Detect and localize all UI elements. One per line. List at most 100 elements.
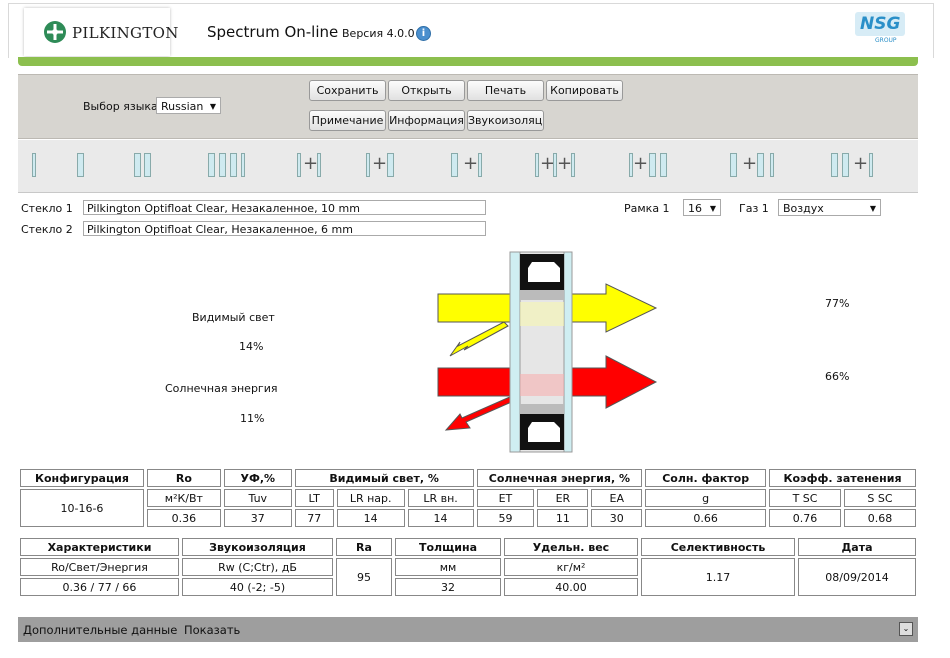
config-double-glazing-double-laminated-icon[interactable]: +: [629, 153, 677, 179]
frame-select-value: 16: [688, 202, 702, 215]
glass2-label: Стекло 2: [21, 223, 73, 236]
date-value: 08/09/2014: [798, 558, 916, 596]
unit-cell: T SC: [769, 489, 841, 507]
frame-label: Рамка 1: [624, 202, 670, 215]
value-cell: 59: [476, 509, 535, 527]
col-header-visible-light: Видимый свет, %: [294, 469, 474, 487]
solar-energy-transmitted: 66%: [825, 370, 850, 383]
nsg-group-text: GROUP: [875, 37, 897, 44]
glass1-field[interactable]: Pilkington Optifloat Clear, Незакаленное…: [83, 200, 486, 215]
col-header-selectivity: Селективность: [641, 538, 795, 556]
col-header-ra: Ra: [336, 538, 392, 556]
app-title: Spectrum On-line: [207, 23, 339, 41]
language-select[interactable]: Russian ▼: [156, 97, 221, 114]
value-cell: 30: [591, 509, 643, 527]
sub-cell: мм: [395, 558, 501, 576]
glazing-diagram: [437, 251, 658, 453]
value-cell: 77: [294, 509, 334, 527]
solar-reflected-arrow: [444, 395, 517, 431]
col-header-characteristics: Характеристики: [20, 538, 179, 556]
nsg-logo: NSG GROUP: [855, 12, 905, 46]
col-header-ro: Ro: [146, 469, 221, 487]
performance-table: Конфигурация Ro УФ,% Видимый свет, % Сол…: [17, 467, 919, 529]
col-header-sound-insulation: Звукоизоляция: [182, 538, 333, 556]
open-button[interactable]: Открыть: [388, 80, 465, 101]
selectivity-value: 1.17: [641, 558, 795, 596]
config-laminated-glazing-laminated-icon[interactable]: +: [730, 153, 780, 179]
unit-cell: LR вн.: [407, 489, 474, 507]
gas-select[interactable]: Воздух ▼: [778, 199, 881, 216]
sound-insulation-button[interactable]: Звукоизоляция: [467, 110, 544, 131]
print-button[interactable]: Печать: [467, 80, 544, 101]
config-double-laminated-glazing-icon[interactable]: +: [831, 153, 881, 179]
value-cell: 0.36 / 77 / 66: [20, 578, 179, 596]
glass2-field[interactable]: Pilkington Optifloat Clear, Незакаленное…: [83, 221, 486, 236]
value-cell: 0.68: [843, 509, 916, 527]
save-button[interactable]: Сохранить: [309, 80, 386, 101]
chevron-down-icon: ▼: [209, 102, 216, 111]
value-cell: 11: [537, 509, 589, 527]
value-cell: 0.66: [645, 509, 767, 527]
value-cell: 14: [407, 509, 474, 527]
config-value: 10-16-6: [20, 489, 144, 527]
sub-cell: кг/м²: [504, 558, 638, 576]
col-header-solar-factor: Солн. фактор: [645, 469, 767, 487]
outer-pane: [509, 251, 521, 453]
value-cell: 40.00: [504, 578, 638, 596]
frame-select[interactable]: 16 ▼: [683, 199, 721, 216]
value-cell: 14: [336, 509, 405, 527]
value-cell: 40 (-2; -5): [182, 578, 333, 596]
version-label: Версия 4.0.0: [342, 27, 415, 40]
logo-text: PILKINGTON: [72, 24, 179, 42]
solar-energy-label: Солнечная энергия: [165, 382, 278, 395]
header-accent-bar: [18, 57, 918, 66]
unit-cell: EA: [591, 489, 643, 507]
inner-pane: [563, 251, 573, 453]
visible-light-label: Видимый свет: [192, 311, 275, 324]
gas-label: Газ 1: [739, 202, 769, 215]
config-double-glazing-laminated-icon[interactable]: +: [366, 153, 400, 179]
config-double-laminated-icon[interactable]: [132, 153, 162, 179]
config-laminated-icon[interactable]: [77, 153, 91, 179]
config-laminated-double-glazing-icon[interactable]: +: [451, 153, 485, 179]
unit-cell: LT: [294, 489, 334, 507]
visible-light-transmitted: 77%: [825, 297, 850, 310]
light-reflected-arrow: [449, 321, 509, 357]
value-cell: 37: [223, 509, 292, 527]
note-button[interactable]: Примечание: [309, 110, 386, 131]
show-link[interactable]: Показать: [184, 623, 240, 637]
sub-cell: Ro/Свет/Энергия: [20, 558, 179, 576]
value-cell: 0.36: [146, 509, 221, 527]
unit-cell: Tuv: [223, 489, 292, 507]
copy-button[interactable]: Копировать: [546, 80, 623, 101]
unit-cell: м²К/Вт: [146, 489, 221, 507]
config-triple-glazing-icon[interactable]: + +: [535, 153, 575, 179]
unit-cell: ET: [476, 489, 535, 507]
config-single-icon[interactable]: [32, 153, 42, 179]
additional-data-label: Дополнительные данные: [23, 623, 178, 637]
unit-cell: S SC: [843, 489, 916, 507]
unit-cell: LR нар.: [336, 489, 405, 507]
glass1-label: Стекло 1: [21, 202, 73, 215]
config-triple-laminated-icon[interactable]: [208, 153, 248, 179]
col-header-solar-energy: Солнечная энергия, %: [476, 469, 643, 487]
info-button[interactable]: Информация: [388, 110, 465, 131]
ra-value: 95: [336, 558, 392, 596]
col-header-weight: Удельн. вес: [504, 538, 638, 556]
value-cell: 0.76: [769, 509, 841, 527]
language-select-value: Russian: [161, 100, 204, 113]
properties-table: Характеристики Звукоизоляция Ra Толщина …: [17, 536, 919, 598]
solar-energy-reflected: 11%: [240, 412, 265, 425]
pilkington-emblem-icon: [44, 21, 66, 43]
unit-cell: g: [645, 489, 767, 507]
expand-chevron-icon[interactable]: ⌄: [899, 622, 913, 636]
info-icon[interactable]: i: [416, 26, 431, 41]
sub-cell: Rw (C;Ctr), дБ: [182, 558, 333, 576]
unit-cell: ER: [537, 489, 589, 507]
col-header-shading-coeff: Коэфф. затенения: [769, 469, 916, 487]
col-header-config: Конфигурация: [20, 469, 144, 487]
chevron-down-icon: ▼: [869, 204, 876, 213]
visible-light-reflected: 14%: [239, 340, 264, 353]
chevron-down-icon: ▼: [709, 204, 716, 213]
config-double-glazing-icon[interactable]: +: [297, 153, 323, 179]
